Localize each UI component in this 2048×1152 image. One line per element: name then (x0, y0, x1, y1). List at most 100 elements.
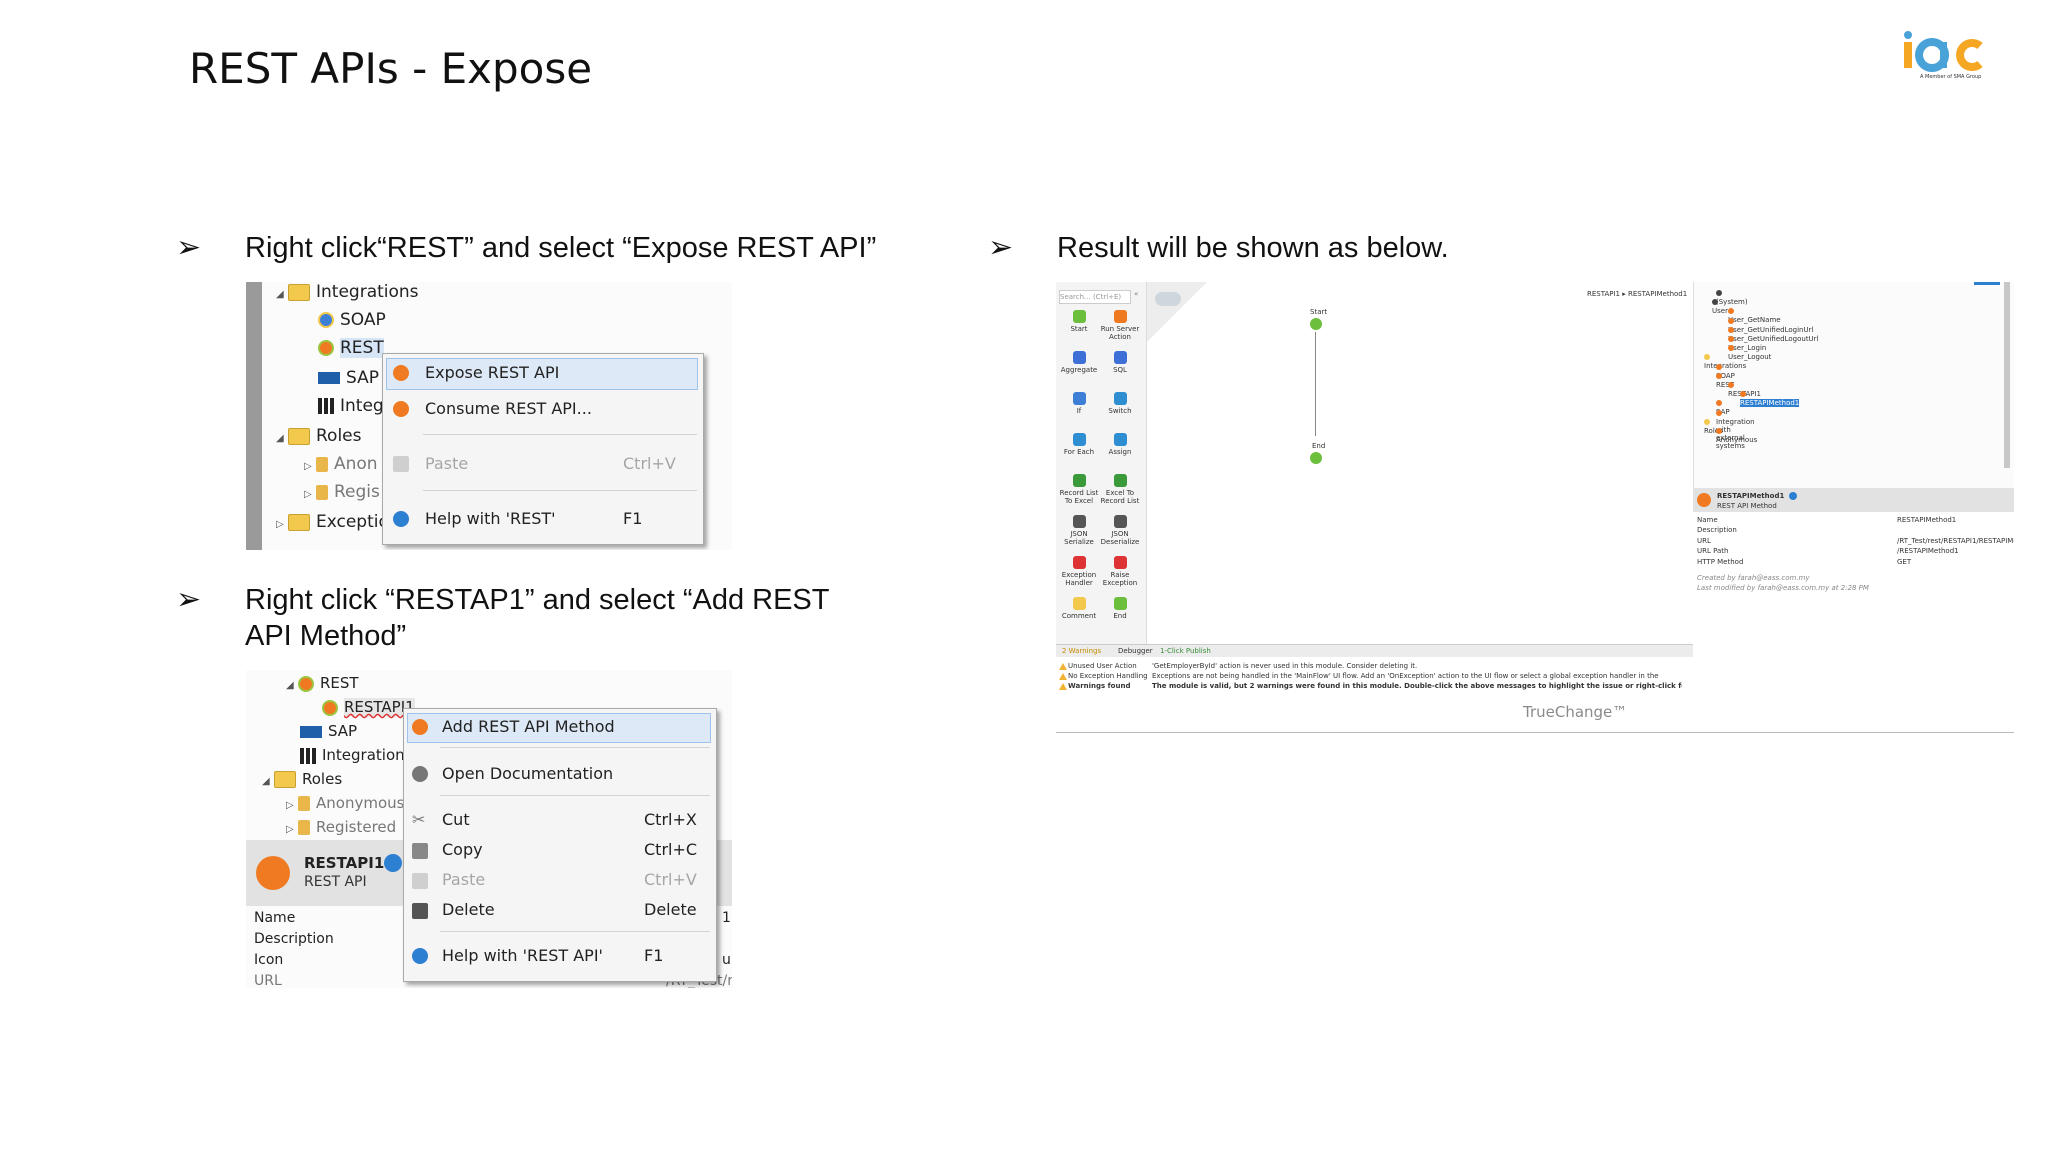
tree-item-integration[interactable]: Integ (318, 396, 384, 416)
menu-item-paste[interactable]: Paste Ctrl+V (383, 449, 703, 479)
message-type[interactable]: Unused User Action (1068, 662, 1137, 670)
tool-icon (1113, 556, 1127, 569)
prop-value[interactable]: /RESTAPIMethod1 (1897, 547, 1959, 555)
tool-label: Run Server Action (1100, 325, 1140, 341)
rest-icon (298, 675, 314, 692)
tool-label: Record List To Excel (1059, 489, 1099, 505)
tree-node-icon (1728, 382, 1734, 388)
tool-3-0[interactable]: For Each (1059, 433, 1099, 456)
prop-value[interactable]: /RT_Test/rest/RESTAPI1/RESTAPIMethod1 (1897, 537, 2014, 545)
tool-4-0[interactable]: Record List To Excel (1059, 474, 1099, 505)
prop-value[interactable]: GET (1897, 558, 1911, 566)
message-type[interactable]: No Exception Handling (1068, 672, 1148, 680)
prop-label-icon: Icon (254, 952, 284, 968)
add-method-icon (412, 719, 428, 735)
flow-end-label: End (1312, 442, 1326, 450)
tool-1-0[interactable]: Aggregate (1059, 351, 1099, 374)
menu-item-expose-rest-api[interactable]: Expose REST API (383, 358, 703, 388)
tool-1-1[interactable]: SQL (1100, 351, 1140, 374)
tool-7-1[interactable]: End (1100, 597, 1140, 620)
tree-item-sap[interactable]: SAP (318, 368, 379, 388)
flow-end-node[interactable] (1310, 452, 1322, 464)
tree-item-rest[interactable]: REST (318, 338, 384, 358)
tree-node-11[interactable]: RESTAPIMethod1 (1740, 391, 1800, 408)
warning-icon (1059, 683, 1067, 690)
tree-item-restapi1[interactable]: RESTAPI1 (322, 698, 415, 716)
flow-canvas[interactable]: RESTAPI1 ▸ RESTAPIMethod1 Start End (1147, 282, 1692, 644)
flow-connector (1315, 332, 1316, 436)
method-subtitle: REST API Method (1717, 502, 1777, 510)
copy-icon (412, 843, 428, 859)
tool-0-1[interactable]: Run Server Action (1100, 310, 1140, 341)
tree-item-registered[interactable]: ▷ Registered (286, 818, 396, 836)
tool-label: JSON Serialize (1064, 530, 1094, 546)
toolbox-search-input[interactable]: Search... (Ctrl+E) (1059, 290, 1131, 304)
tool-icon (1072, 392, 1086, 405)
tree-node-icon (1728, 308, 1734, 315)
menu-separator (440, 747, 710, 748)
menu-item-delete[interactable]: Delete Delete (404, 895, 716, 925)
message-text[interactable]: 'GetEmployerById' action is never used i… (1152, 662, 1682, 670)
tool-label: Comment (1061, 612, 1097, 620)
tree-item-anonymous[interactable]: ▷ Anon (304, 454, 378, 474)
help-icon[interactable] (384, 854, 402, 872)
tool-label: Excel To Record List (1100, 489, 1140, 505)
menu-item-help-rest-api[interactable]: Help with 'REST API' F1 (404, 941, 716, 971)
tree-item-integration[interactable]: Integration (300, 746, 405, 764)
company-logo: A Member of SMA Group (1902, 30, 1992, 80)
tab-warnings[interactable]: 2 Warnings (1062, 647, 1101, 655)
tool-label: Assign (1108, 448, 1132, 456)
tool-6-0[interactable]: Exception Handler (1059, 556, 1099, 587)
prop-value[interactable]: RESTAPIMethod1 (1897, 516, 1956, 524)
tool-3-1[interactable]: Assign (1100, 433, 1140, 456)
tree-item-exceptions[interactable]: ▷ Exceptio (276, 512, 389, 532)
tool-2-1[interactable]: Switch (1100, 392, 1140, 415)
message-text[interactable]: The module is valid, but 2 warnings were… (1152, 682, 1682, 690)
tree-item-anonymous[interactable]: ▷ Anonymous (286, 794, 404, 812)
tree-item-registered[interactable]: ▷ Regis (304, 482, 380, 502)
tab-debugger[interactable]: Debugger (1118, 647, 1153, 655)
tree-node-15[interactable]: Anonymous (1716, 428, 1757, 444)
tool-5-0[interactable]: JSON Serialize (1059, 515, 1099, 546)
lock-icon (316, 484, 328, 500)
tree-item-integrations[interactable]: ◢ Integrations (276, 282, 419, 302)
folder-icon (288, 283, 310, 301)
message-text[interactable]: Exceptions are not being handled in the … (1152, 672, 1682, 680)
help-icon[interactable] (1789, 492, 1797, 500)
sap-icon (300, 725, 322, 738)
tab-1-click-publish[interactable]: 1-Click Publish (1160, 647, 1211, 655)
menu-item-help-rest[interactable]: Help with 'REST' F1 (383, 504, 703, 534)
menu-item-paste[interactable]: Paste Ctrl+V (404, 865, 716, 895)
tool-0-0[interactable]: Start (1059, 310, 1099, 333)
tree-item-sap[interactable]: SAP (300, 722, 357, 740)
tool-icon (1072, 310, 1086, 323)
tool-6-1[interactable]: Raise Exception (1100, 556, 1140, 587)
menu-separator (423, 490, 697, 491)
folder-icon (288, 513, 310, 531)
prop-label: HTTP Method (1697, 557, 1744, 566)
menu-item-add-rest-api-method[interactable]: Add REST API Method (404, 712, 716, 742)
tool-label: End (1113, 612, 1127, 620)
tool-2-0[interactable]: If (1059, 392, 1099, 415)
tool-icon (1113, 515, 1127, 528)
menu-item-consume-rest-api[interactable]: Consume REST API... (383, 394, 703, 424)
collapse-icon[interactable]: « (1134, 290, 1138, 298)
tree-item-roles[interactable]: ◢ Roles (276, 426, 362, 446)
method-title: RESTAPIMethod1 (1717, 492, 1785, 500)
tool-icon (1072, 433, 1086, 446)
panel-subtitle: REST API (304, 874, 367, 890)
tree-item-soap[interactable]: SOAP (318, 310, 386, 330)
tree-item-roles[interactable]: ◢ Roles (262, 770, 342, 788)
flow-start-node[interactable] (1310, 318, 1322, 330)
menu-item-open-documentation[interactable]: Open Documentation (404, 759, 716, 789)
tool-icon (1113, 474, 1127, 487)
tree-item-rest[interactable]: ◢ REST (286, 674, 359, 692)
cloud-icon (1155, 292, 1181, 306)
tool-4-1[interactable]: Excel To Record List (1100, 474, 1140, 505)
message-type[interactable]: Warnings found (1068, 682, 1130, 690)
tree-scrollbar[interactable] (2004, 282, 2010, 468)
menu-item-copy[interactable]: Copy Ctrl+C (404, 835, 716, 865)
tool-7-0[interactable]: Comment (1059, 597, 1099, 620)
tool-5-1[interactable]: JSON Deserialize (1100, 515, 1140, 546)
menu-item-cut[interactable]: ✂ Cut Ctrl+X (404, 805, 716, 835)
